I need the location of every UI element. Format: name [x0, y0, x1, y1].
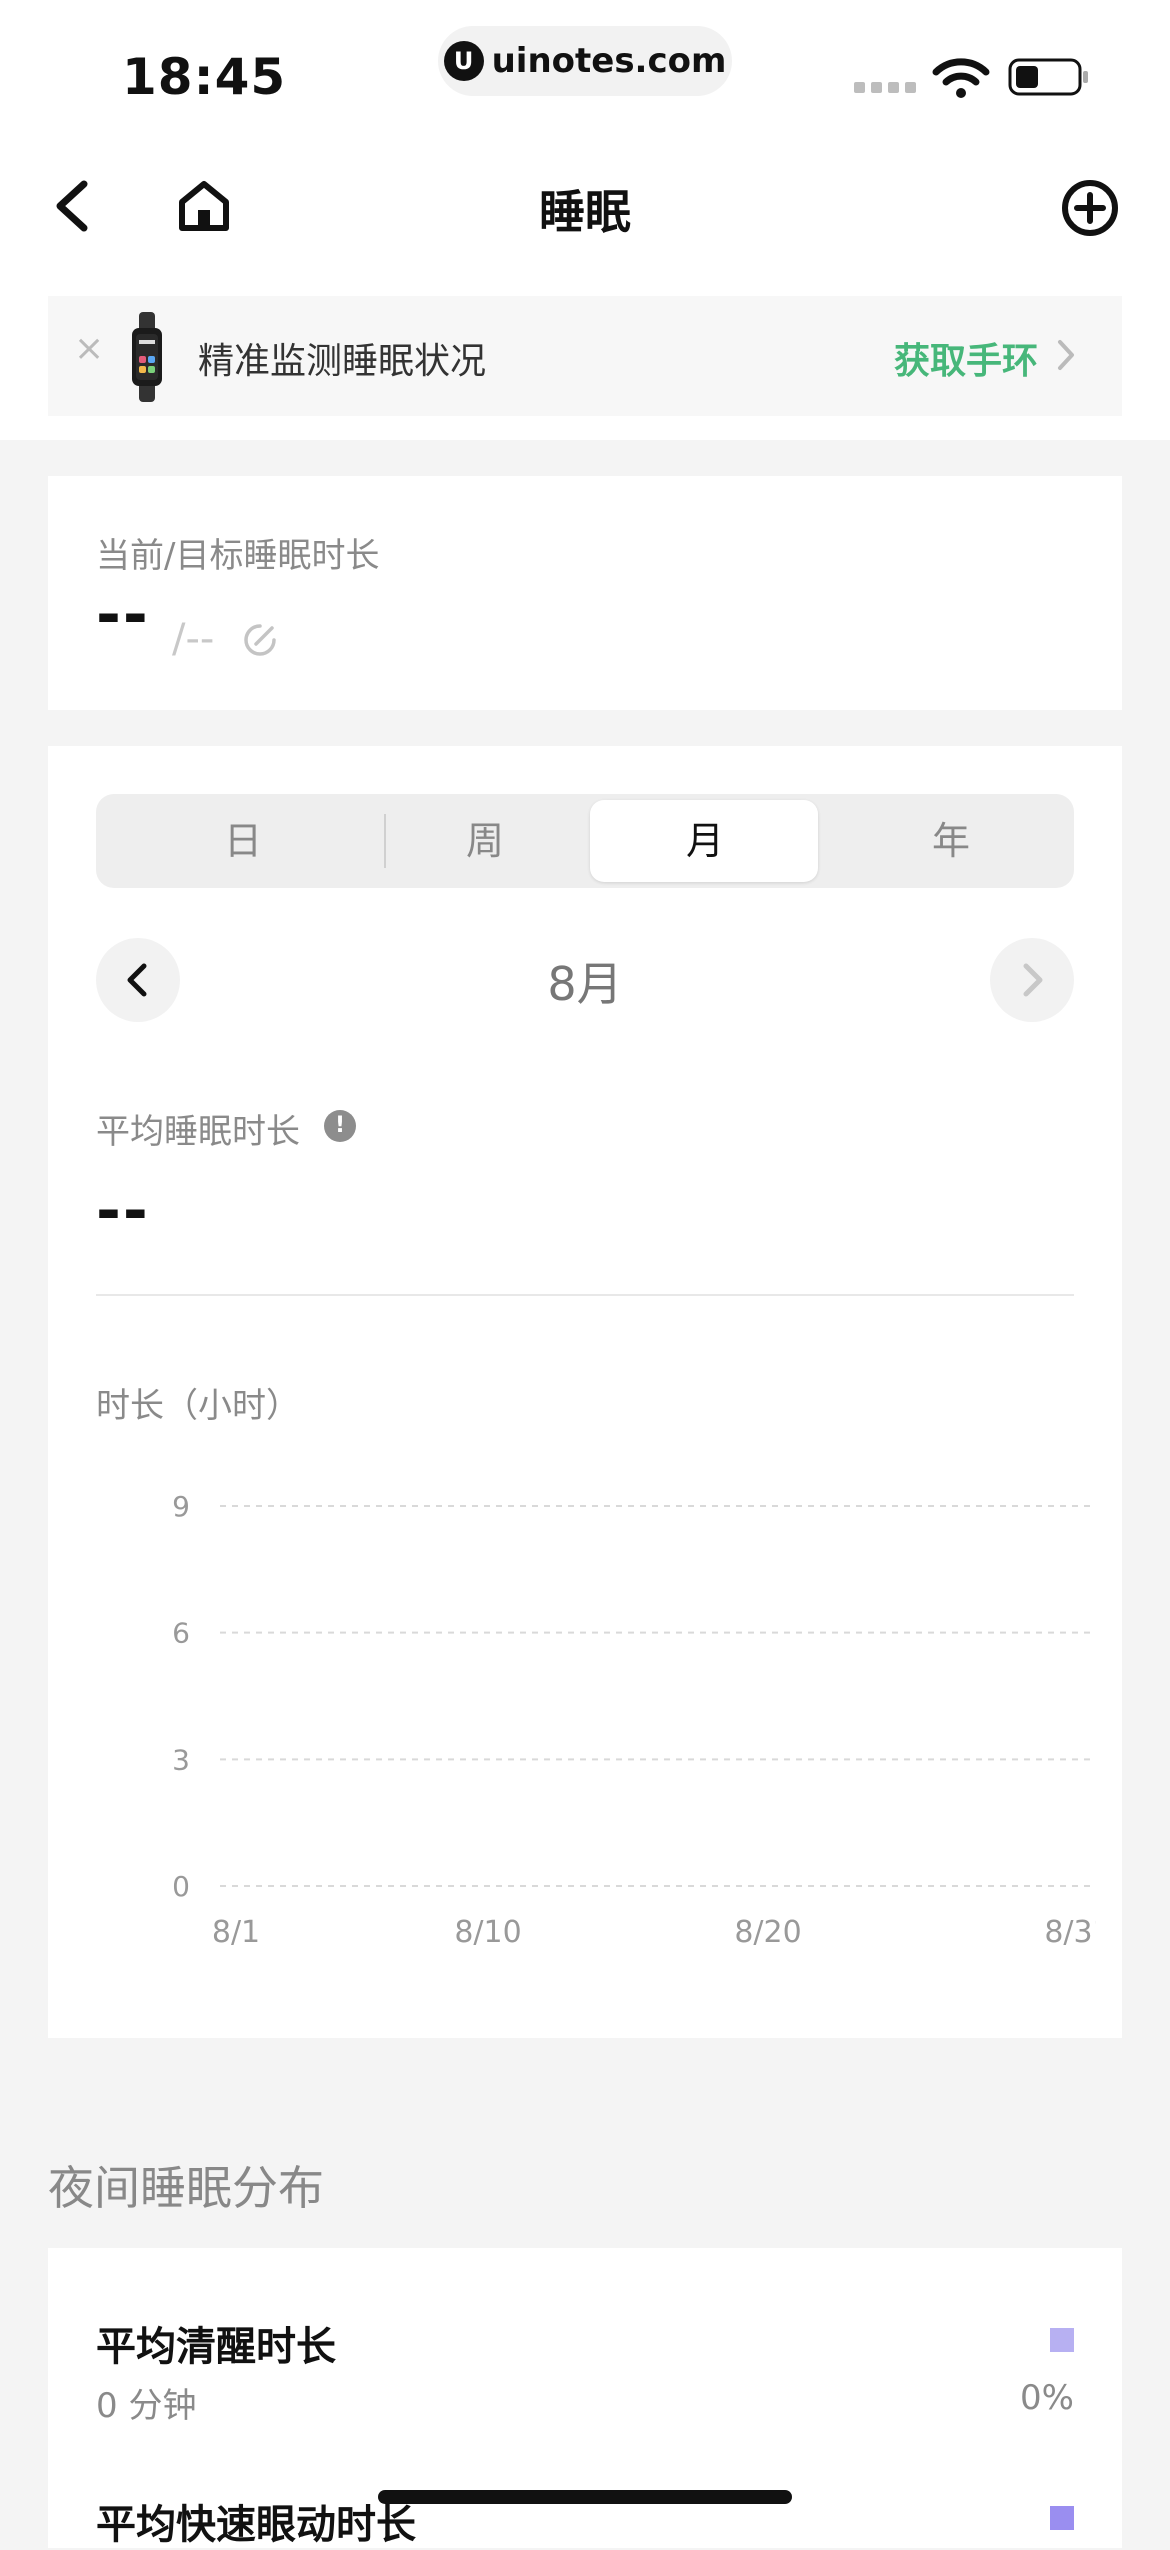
target-sleep-value: /-- — [172, 616, 215, 662]
sleep-duration-chart: 0 3 6 9 8/1 8/10 8/20 8/31 — [172, 1490, 1096, 1950]
url-pill[interactable]: U uinotes.com — [438, 26, 732, 96]
tab-year[interactable]: 年 — [836, 794, 1066, 888]
next-month-button[interactable] — [990, 938, 1074, 1022]
banner-text: 精准监测睡眠状况 — [198, 341, 487, 382]
y-tick-label: 9 — [172, 1490, 190, 1523]
x-tick-label: 8/20 — [734, 1915, 801, 1950]
awake-duration-label: 平均清醒时长 — [96, 2324, 336, 2370]
current-month: 8月 — [547, 957, 623, 1011]
awake-percent: 0% — [1020, 2378, 1074, 2418]
wifi-icon — [932, 58, 990, 98]
battery-icon — [1008, 58, 1088, 96]
rem-color-swatch — [1050, 2506, 1074, 2530]
info-icon[interactable]: ! — [324, 1110, 356, 1142]
url-text: uinotes.com — [491, 41, 727, 81]
edit-goal-icon[interactable] — [240, 620, 280, 660]
smart-band-icon — [132, 312, 162, 402]
device-promo-banner[interactable]: × 精准监测睡眠状况 获取手环 — [48, 296, 1122, 416]
close-icon[interactable]: × — [74, 328, 104, 369]
status-time: 18:45 — [122, 48, 287, 106]
average-sleep-value: -- — [96, 1176, 150, 1246]
y-tick-label: 0 — [172, 1870, 190, 1903]
goal-label: 当前/目标睡眠时长 — [96, 536, 380, 576]
page-title: 睡眠 — [539, 185, 631, 239]
plus-circle-icon[interactable] — [1060, 178, 1120, 238]
sleep-stats-card: 日 周 月 年 8月 平均睡眠时长 ! -- 时长（小时） 0 3 6 9 8/1 8/1… — [48, 746, 1122, 2038]
chevron-right-icon — [1023, 963, 1043, 997]
average-sleep-label: 平均睡眠时长 — [96, 1112, 300, 1152]
chart-unit-label: 时长（小时） — [96, 1386, 300, 1426]
period-tabs: 日 周 月 年 — [96, 794, 1074, 888]
tab-day[interactable]: 日 — [128, 794, 358, 888]
distribution-title: 夜间睡眠分布 — [48, 2161, 324, 2215]
rem-duration-label: 平均快速眼动时长 — [96, 2502, 416, 2548]
current-sleep-value: -- — [96, 580, 150, 650]
sleep-goal-card: 当前/目标睡眠时长 -- /-- — [48, 476, 1122, 710]
home-indicator — [378, 2490, 792, 2504]
awake-duration-value: 0 分钟 — [96, 2386, 197, 2426]
cell-signal-icon — [854, 82, 916, 93]
site-logo-icon: U — [443, 41, 484, 81]
x-tick-label: 8/31 — [1044, 1915, 1096, 1950]
tab-month[interactable]: 月 — [590, 794, 820, 888]
x-tick-label: 8/1 — [212, 1915, 260, 1950]
chevron-right-icon — [1058, 340, 1074, 370]
tab-week[interactable]: 周 — [370, 794, 600, 888]
y-tick-label: 3 — [172, 1743, 190, 1776]
y-tick-label: 6 — [172, 1617, 190, 1650]
x-tick-label: 8/10 — [454, 1915, 521, 1950]
section-divider — [96, 1294, 1074, 1296]
awake-color-swatch — [1050, 2328, 1074, 2352]
get-band-link[interactable]: 获取手环 — [894, 332, 1038, 384]
